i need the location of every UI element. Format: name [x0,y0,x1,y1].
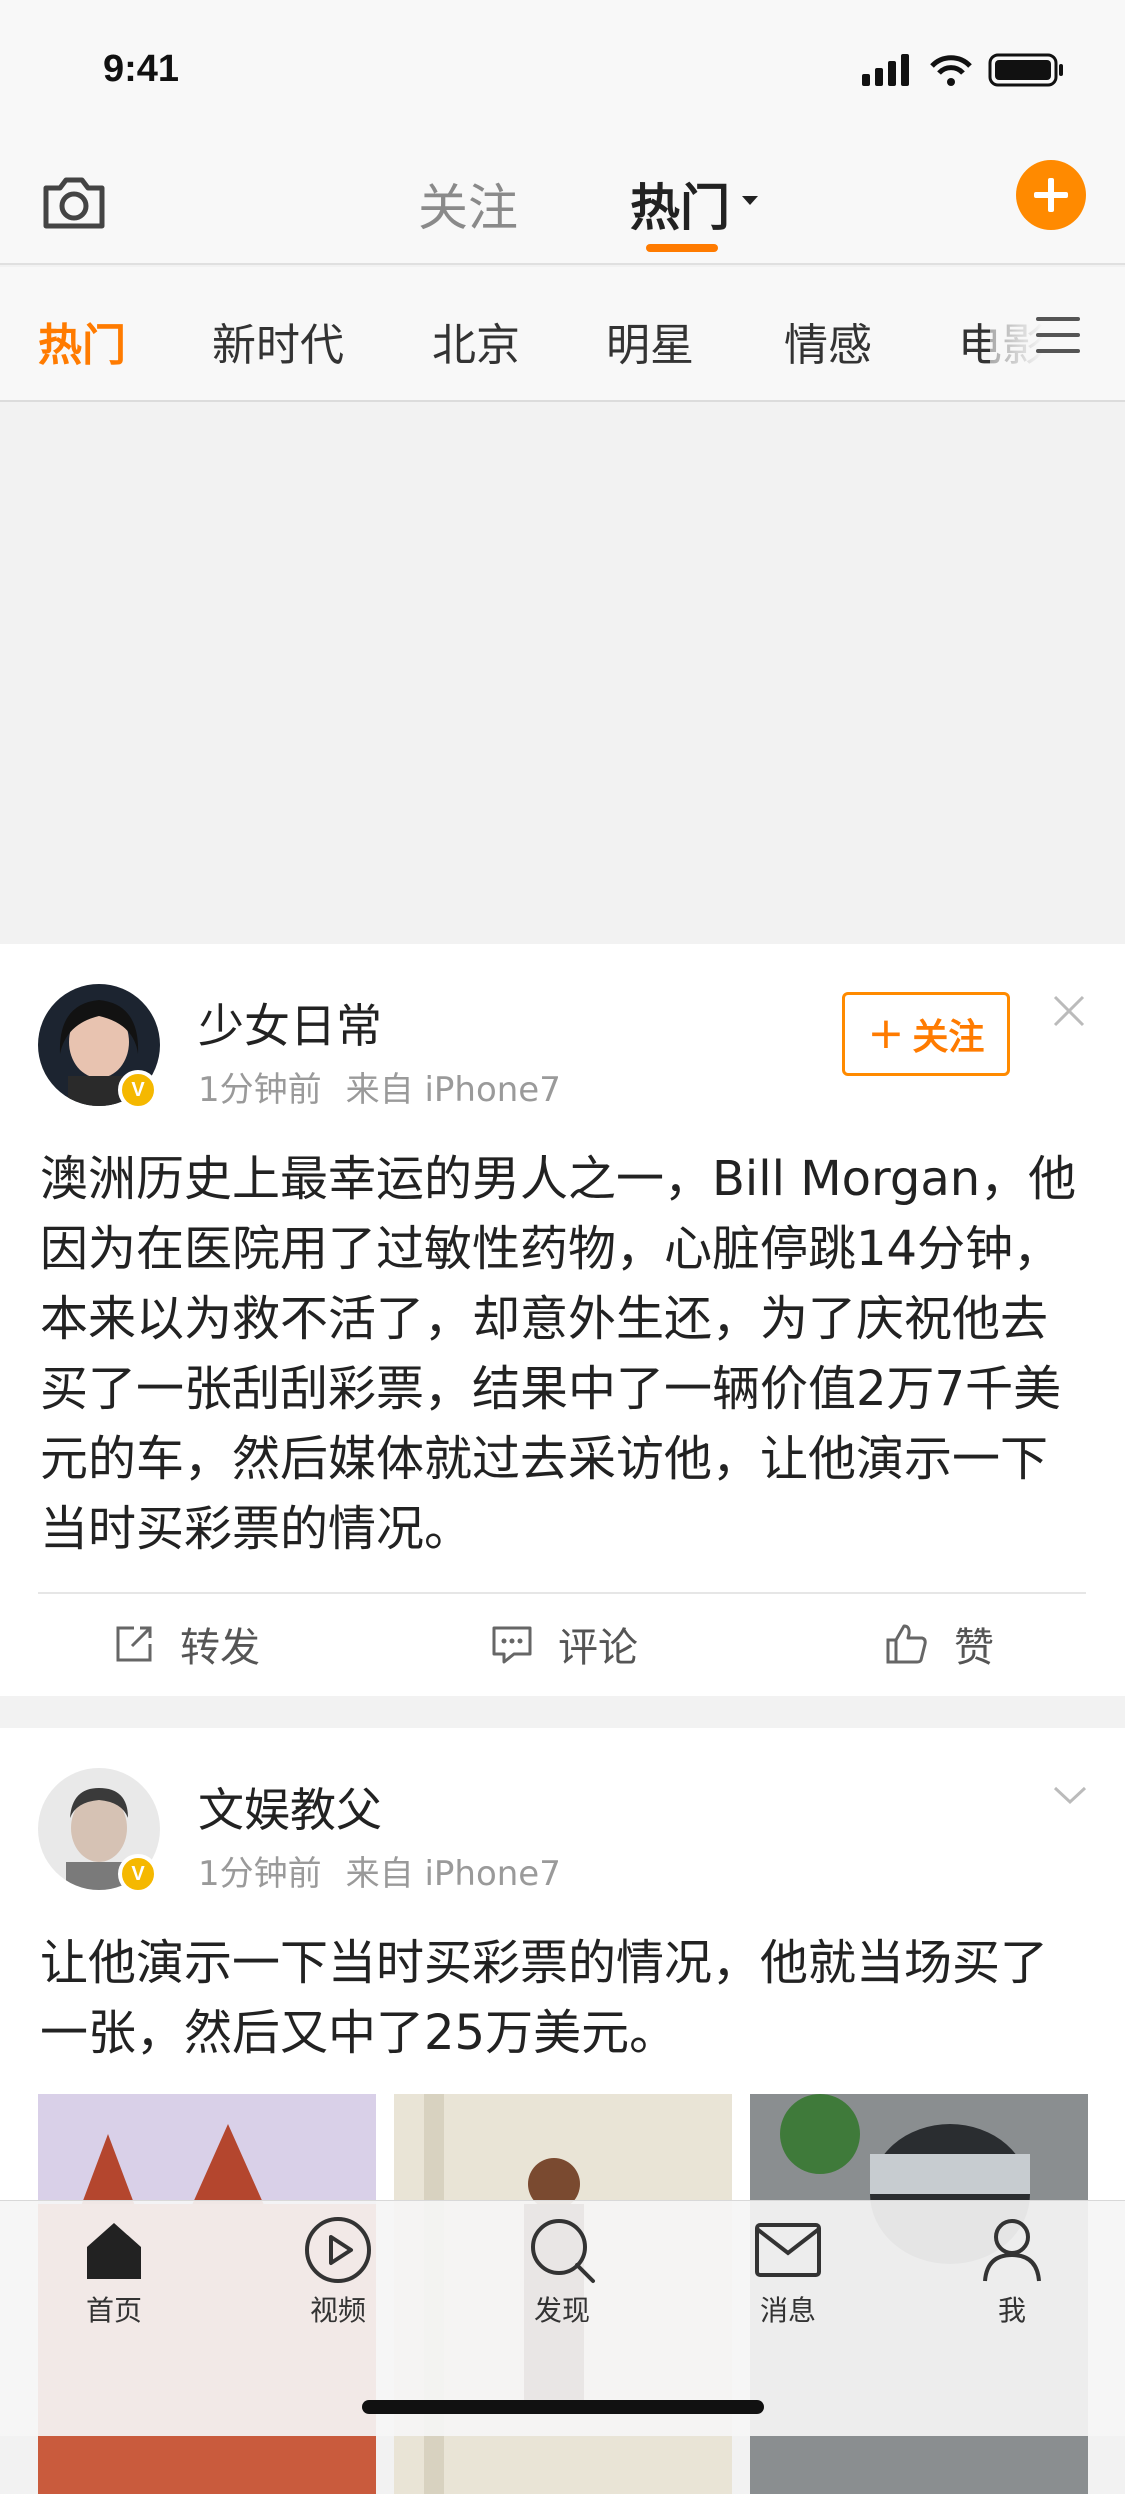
category-celebrity[interactable]: 明星 [606,309,694,373]
post-text: 让他演示一下当时买彩票的情况，他就当场买了一张，然后又中了25万美元。 [40,1935,1049,2061]
follow-button[interactable]: + 关注 [842,992,1010,1076]
mail-icon [755,2223,821,2277]
post-time: 1分钟前 [198,1854,322,1894]
banner-placeholder [0,404,1125,944]
person-icon [983,2219,1041,2282]
tab-home[interactable]: 首页 [54,2215,174,2329]
divider [38,1592,1086,1594]
add-post-button[interactable] [1016,160,1086,230]
tab-profile-label: 我 [997,2294,1026,2327]
thumbs-up-icon [886,1624,927,1664]
like-label: 赞 [954,1625,994,1671]
tab-discover-label: 发现 [533,2294,590,2327]
verified-badge-icon: V [118,1070,158,1110]
post-card: V 少女日常 1分钟前 来自 iPhone7 + 关注 澳洲历史上最幸运的男人之一，… [0,944,1125,1696]
repost-button[interactable]: 转发 [112,1614,260,1674]
category-beijing[interactable]: 北京 [432,309,520,373]
tab-discover[interactable]: 发现 [502,2215,622,2329]
follow-label: 关注 [912,1017,985,1058]
tab-hot[interactable]: 热门 [630,168,730,240]
status-time: 9:41 [103,48,180,90]
post-source: 来自 iPhone7 [345,1070,561,1110]
repost-label: 转发 [180,1625,260,1671]
comment-label: 评论 [558,1625,638,1671]
tab-messages[interactable]: 消息 [728,2215,848,2329]
tab-video-label: 视频 [309,2294,366,2327]
post-meta: 1分钟前 来自 iPhone7 [198,1846,585,1895]
home-indicator [362,2400,764,2414]
verified-badge-icon: V [118,1854,158,1894]
post-username[interactable]: 少女日常 [198,990,382,1056]
repost-icon [116,1626,152,1662]
search-icon [531,2219,595,2283]
status-icons [862,53,1063,87]
comment-icon [492,1626,532,1664]
post-source: 来自 iPhone7 [345,1854,561,1894]
post-text: 澳洲历史上最幸运的男人之一，Bill Morgan，他因为在医院用了过敏性药物，… [40,1151,1077,1557]
tab-profile[interactable]: 我 [952,2215,1072,2329]
category-menu-icon[interactable] [1036,317,1080,357]
close-icon[interactable] [1052,994,1086,1028]
post-time: 1分钟前 [198,1070,322,1110]
top-nav: 关注 热门 [0,140,1125,265]
tab-messages-label: 消息 [759,2294,816,2327]
post-meta: 1分钟前 来自 iPhone7 [198,1062,585,1111]
home-icon [87,2223,141,2279]
tab-home-label: 首页 [85,2294,142,2327]
active-tab-indicator [646,244,718,252]
dropdown-arrow-icon[interactable] [742,196,758,205]
comment-button[interactable]: 评论 [490,1614,638,1674]
category-emotion[interactable]: 情感 [784,309,872,373]
chevron-down-icon[interactable] [1052,1784,1088,1806]
play-icon [305,2217,371,2283]
post-username[interactable]: 文娱教父 [198,1774,382,1840]
category-new-era[interactable]: 新时代 [212,309,344,373]
category-bar: 热门 新时代 北京 明星 情感 电影 搞笑 [0,267,1125,402]
tab-video[interactable]: 视频 [278,2215,398,2329]
like-button[interactable]: 赞 [882,1614,994,1674]
category-hot[interactable]: 热门 [38,309,126,373]
tab-follow[interactable]: 关注 [418,168,518,240]
plus-icon: + [867,1008,905,1059]
camera-icon[interactable] [38,166,110,238]
status-bar: 9:41 [0,0,1125,140]
